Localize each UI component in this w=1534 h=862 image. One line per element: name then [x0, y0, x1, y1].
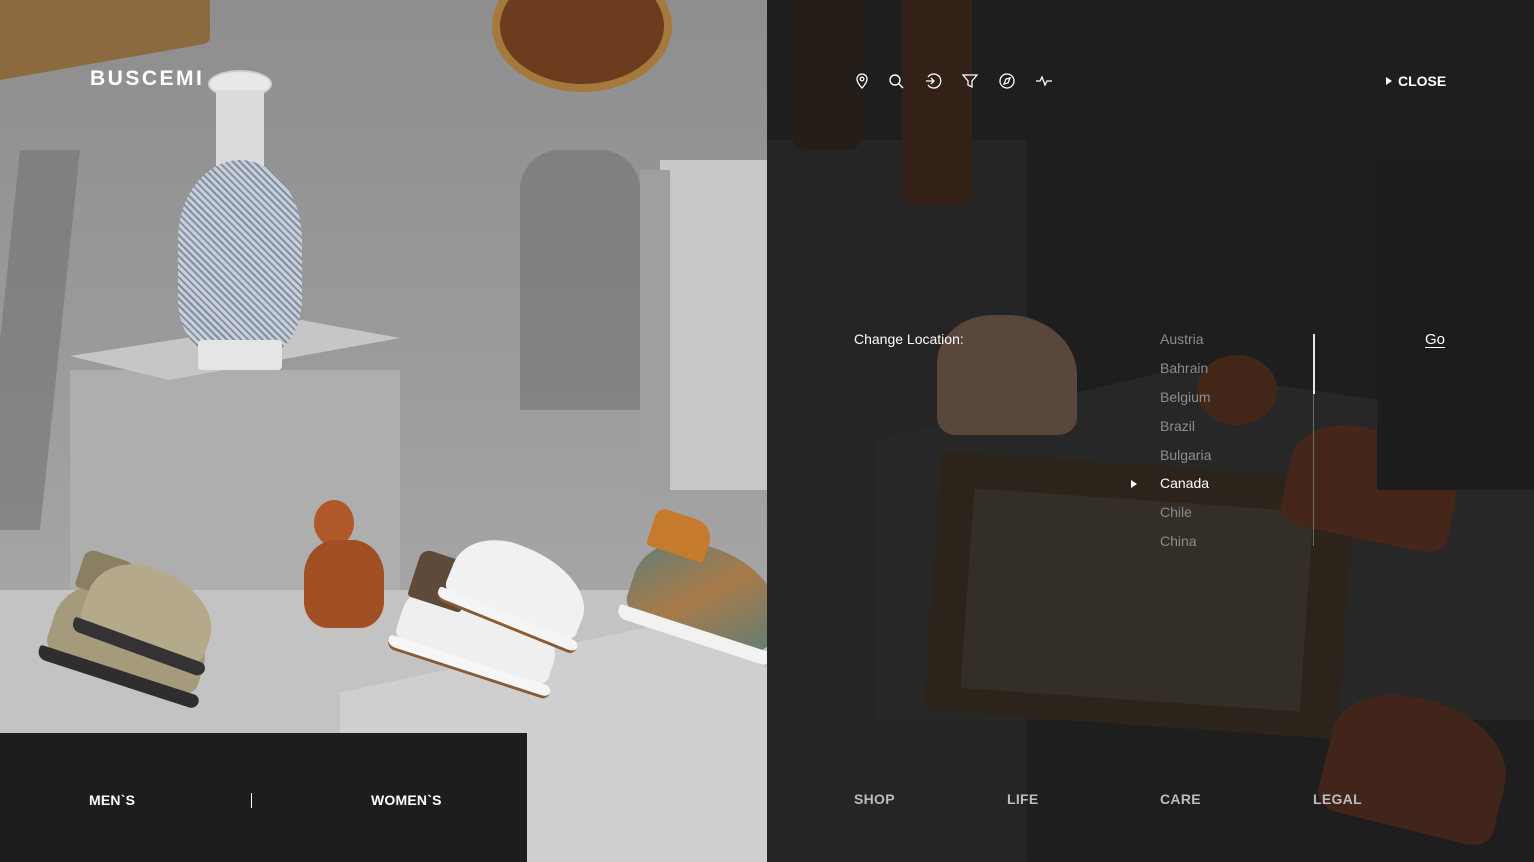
location-label: Change Location: — [854, 331, 964, 347]
nav-life[interactable]: LIFE — [1007, 791, 1039, 807]
terracotta-figurine — [300, 500, 388, 628]
nav-care[interactable]: CARE — [1160, 791, 1201, 807]
country-option-selected[interactable]: Canada — [1160, 475, 1209, 491]
close-button[interactable]: CLOSE — [1386, 73, 1446, 89]
country-option[interactable]: Bulgaria — [1160, 447, 1211, 463]
nav-legal[interactable]: LEGAL — [1313, 791, 1362, 807]
gender-nav: MEN`S WOMEN`S — [0, 733, 527, 862]
dim-overlay — [767, 0, 1534, 862]
close-label: CLOSE — [1398, 73, 1447, 89]
porcelain-vase — [178, 70, 302, 370]
location-overlay: CLOSE Change Location: Austria Bahrain B… — [767, 0, 1534, 862]
country-option[interactable]: Austria — [1160, 331, 1204, 347]
country-option[interactable]: Bahrain — [1160, 360, 1208, 376]
location-pin-icon[interactable] — [853, 72, 871, 90]
oval-portrait — [492, 0, 672, 92]
country-option[interactable]: Brazil — [1160, 418, 1195, 434]
activity-icon[interactable] — [1035, 72, 1053, 90]
login-icon[interactable] — [924, 72, 942, 90]
mens-link[interactable]: MEN`S — [89, 792, 135, 808]
nav-shop[interactable]: SHOP — [854, 791, 895, 807]
divider — [251, 793, 252, 808]
country-option[interactable]: Belgium — [1160, 389, 1211, 405]
selected-arrow-icon — [1131, 480, 1137, 488]
womens-link[interactable]: WOMEN`S — [371, 792, 442, 808]
filter-icon[interactable] — [961, 72, 979, 90]
play-arrow-icon — [1386, 77, 1392, 85]
compass-icon[interactable] — [998, 72, 1016, 90]
hero-photo: BUSCEMI MEN`S WOMEN`S — [0, 0, 767, 862]
country-option[interactable]: China — [1160, 533, 1197, 549]
go-button[interactable]: Go — [1425, 331, 1445, 348]
country-option[interactable]: Chile — [1160, 504, 1192, 520]
search-icon[interactable] — [887, 72, 905, 90]
brand-logo[interactable]: BUSCEMI — [90, 67, 204, 91]
scrollbar-thumb[interactable] — [1313, 334, 1315, 394]
